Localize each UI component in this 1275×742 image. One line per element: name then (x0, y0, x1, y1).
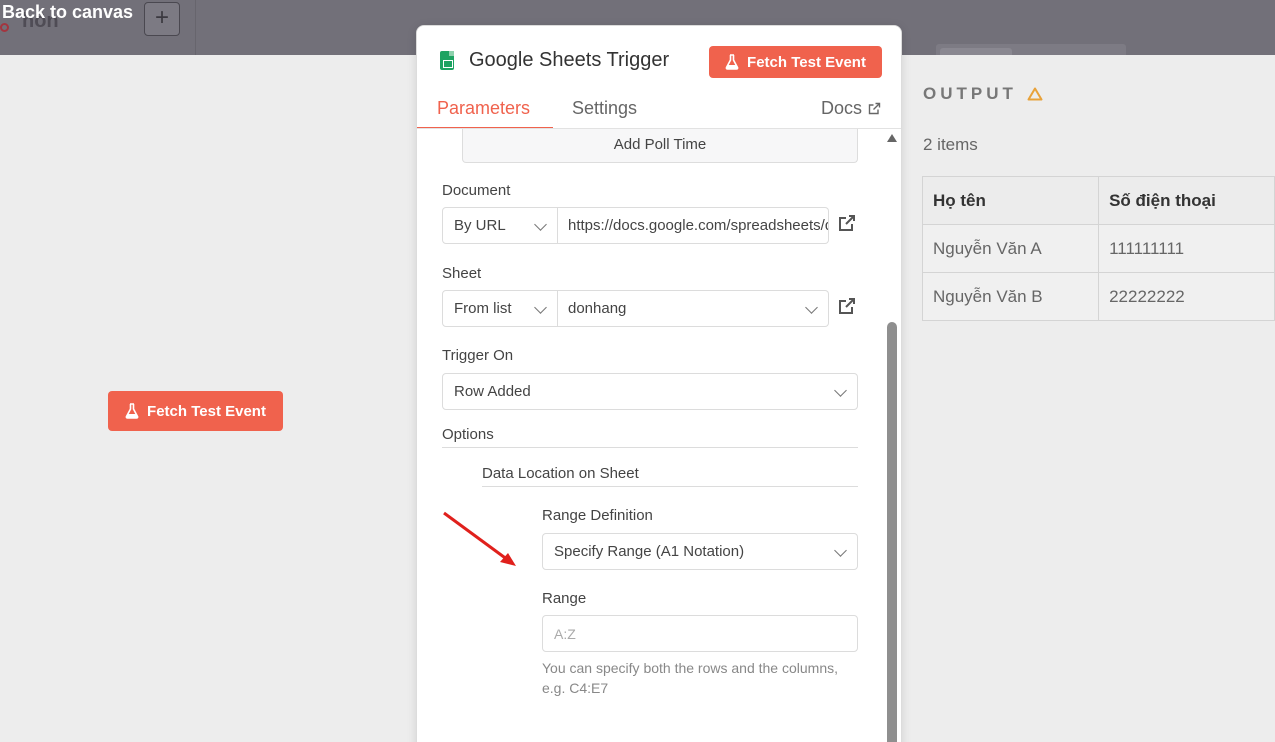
sheet-select[interactable]: donhang (558, 290, 829, 327)
options-divider (442, 447, 858, 448)
panel-title: Google Sheets Trigger (469, 49, 670, 71)
warning-icon (1027, 87, 1043, 101)
chevron-down-icon (534, 301, 547, 314)
range-label: Range (542, 590, 587, 607)
options-label: Options (442, 426, 494, 443)
column-header-phone: Số điện thoại (1098, 176, 1275, 225)
output-heading: OUTPUT (923, 84, 1043, 104)
document-label: Document (442, 182, 511, 199)
table-cell: Nguyễn Văn B (921, 272, 1100, 321)
top-divider (195, 0, 196, 55)
range-hint: You can specify both the rows and the co… (542, 660, 838, 696)
table-cell: 22222222 (1098, 272, 1275, 321)
google-sheets-icon (440, 51, 454, 70)
table-row: Nguyễn Văn B 22222222 (921, 272, 1275, 321)
open-document-external-icon[interactable] (837, 213, 857, 233)
tab-settings[interactable]: Settings (572, 98, 637, 119)
items-count: 2 items (923, 135, 978, 154)
tab-docs[interactable]: Docs (821, 98, 881, 119)
sheet-label: Sheet (442, 265, 482, 282)
range-definition-select[interactable]: Specify Range (A1 Notation) (542, 533, 858, 570)
add-node-button[interactable]: + (144, 2, 180, 36)
data-location-divider (482, 486, 858, 487)
node-parameters-panel: Google Sheets Trigger Fetch Test Event P… (416, 25, 902, 742)
node-status-icon (0, 23, 9, 32)
output-title: OUTPUT (923, 84, 1017, 103)
sheet-mode-select[interactable]: From list (442, 290, 558, 327)
sheet-value: donhang (568, 300, 627, 317)
panel-header: Google Sheets Trigger Fetch Test Event P… (417, 26, 901, 129)
panel-scrollbar[interactable] (887, 322, 897, 742)
trigger-on-value: Row Added (454, 383, 531, 400)
fetch-test-event-button[interactable]: Fetch Test Event (709, 46, 882, 78)
data-location-heading[interactable]: Data Location on Sheet (482, 465, 639, 482)
column-header-name: Họ tên (921, 176, 1100, 225)
flask-icon (725, 54, 739, 70)
chevron-down-icon (534, 218, 547, 231)
sheet-mode-value: From list (454, 300, 512, 317)
table-header-row: Họ tên Số điện thoại (921, 176, 1275, 225)
add-poll-time-button[interactable]: Add Poll Time (462, 126, 858, 163)
document-mode-value: By URL (454, 217, 506, 234)
chevron-down-icon (805, 301, 818, 314)
header-divider (417, 128, 901, 129)
range-definition-label: Range Definition (542, 507, 653, 524)
top-toggle-inner (940, 48, 1012, 55)
range-input[interactable]: A:Z (542, 615, 858, 652)
annotation-arrow-icon (443, 511, 516, 566)
docs-label: Docs (820, 98, 862, 118)
tab-parameters[interactable]: Parameters (437, 98, 530, 119)
trigger-on-select[interactable]: Row Added (442, 373, 858, 410)
fetch-test-event-label: Fetch Test Event (747, 53, 866, 71)
canvas-fetch-label: Fetch Test Event (147, 402, 266, 420)
trigger-on-label: Trigger On (442, 347, 514, 364)
open-sheet-external-icon[interactable] (837, 296, 857, 316)
table-cell: 111111111 (1098, 224, 1275, 273)
output-table: Họ tên Số điện thoại Nguyễn Văn A 111111… (921, 176, 1275, 321)
document-url-input[interactable]: https://docs.google.com/spreadsheets/d/ (558, 207, 829, 244)
range-definition-value: Specify Range (A1 Notation) (554, 543, 745, 560)
scroll-up-arrow-icon[interactable] (887, 134, 897, 142)
chevron-down-icon (834, 384, 847, 397)
table-cell: Nguyễn Văn A (921, 224, 1100, 273)
table-row: Nguyễn Văn A 111111111 (921, 224, 1275, 273)
external-link-icon (868, 102, 881, 115)
flask-icon (125, 403, 139, 419)
document-mode-select[interactable]: By URL (442, 207, 558, 244)
canvas-fetch-test-event-button[interactable]: Fetch Test Event (108, 391, 283, 431)
chevron-down-icon (834, 544, 847, 557)
back-to-canvas-link[interactable]: Back to canvas (2, 2, 133, 23)
